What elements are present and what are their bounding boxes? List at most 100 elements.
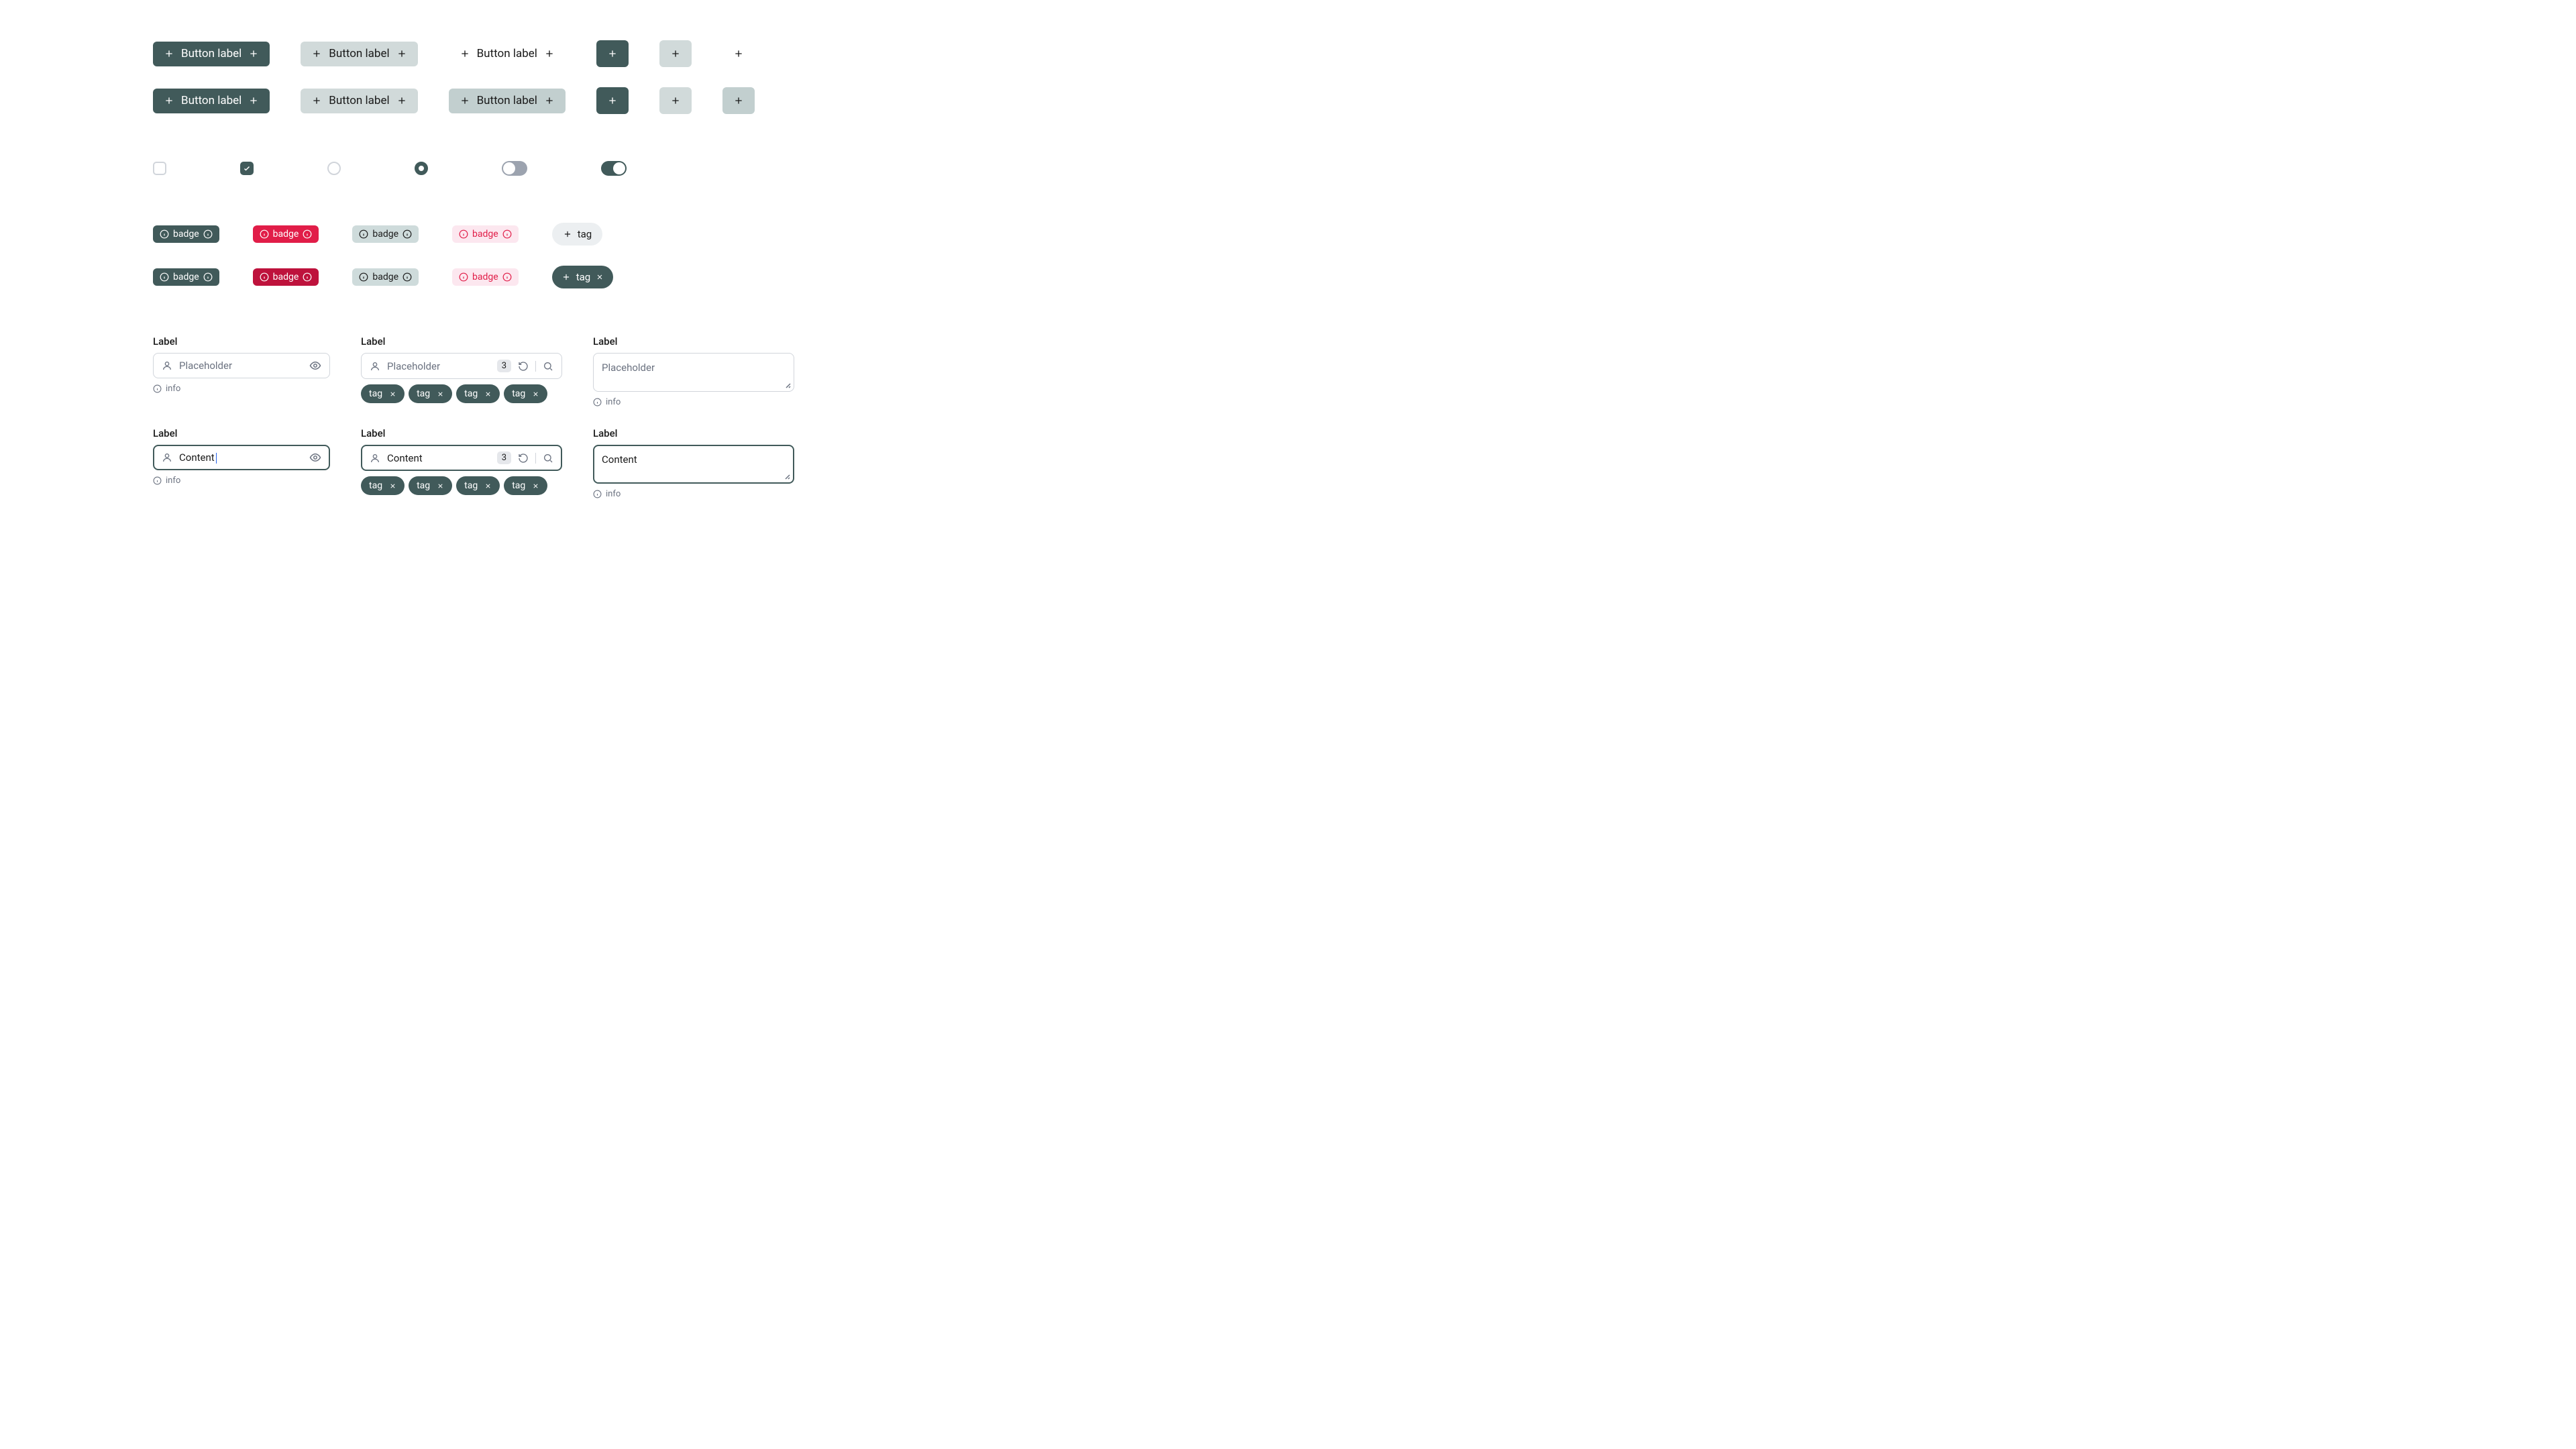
info-icon xyxy=(303,229,312,239)
textarea-input[interactable]: Content xyxy=(593,445,794,484)
ghost-icon-button[interactable] xyxy=(722,40,755,67)
badges-section: badge badge badge badge tag badge xyxy=(153,223,2423,288)
close-icon[interactable] xyxy=(596,273,604,281)
primary-icon-button[interactable] xyxy=(596,40,629,67)
caret xyxy=(216,453,217,464)
undo-icon[interactable] xyxy=(518,361,529,372)
badge-label: badge xyxy=(472,229,498,239)
textarea-value: Content xyxy=(602,453,637,466)
tag-chip[interactable]: tag xyxy=(361,476,405,495)
textarea-default: Label Placeholder info xyxy=(593,335,794,407)
helper-text: info xyxy=(153,476,330,486)
toggle-off[interactable] xyxy=(502,161,527,176)
search-icon[interactable] xyxy=(543,453,553,464)
ghost-button[interactable]: Button label xyxy=(449,42,566,66)
secondary-icon-button[interactable] xyxy=(659,87,692,114)
close-icon[interactable] xyxy=(389,390,396,398)
controls-section xyxy=(153,161,2423,176)
text-field-default: Label Placeholder info xyxy=(153,335,330,394)
radio-checked[interactable] xyxy=(415,162,428,175)
field-label: Label xyxy=(153,427,330,439)
search-input[interactable]: Content 3 xyxy=(361,445,562,471)
ghost-icon-button-hover[interactable] xyxy=(722,87,755,114)
close-icon[interactable] xyxy=(532,390,539,398)
tag-chip[interactable]: tag xyxy=(456,384,500,403)
search-input[interactable]: Placeholder 3 xyxy=(361,353,562,379)
info-icon xyxy=(160,272,169,282)
tag-dark[interactable]: tag xyxy=(552,266,614,288)
eye-icon[interactable] xyxy=(309,360,321,372)
info-icon xyxy=(593,398,602,407)
tag-label: tag xyxy=(578,228,592,240)
count-chip: 3 xyxy=(497,360,511,372)
tag-light[interactable]: tag xyxy=(552,223,603,246)
primary-button[interactable]: Button label xyxy=(153,42,270,66)
badges-row-1: badge badge badge badge tag xyxy=(153,223,2423,246)
tag-chip[interactable]: tag xyxy=(409,476,452,495)
tag-chip[interactable]: tag xyxy=(361,384,405,403)
plus-icon xyxy=(396,95,407,106)
info-icon xyxy=(153,384,162,393)
resize-handle-icon[interactable] xyxy=(783,380,791,388)
badge-red-light: badge xyxy=(452,268,519,286)
close-icon[interactable] xyxy=(437,390,444,398)
badge-label: badge xyxy=(173,272,199,282)
close-icon[interactable] xyxy=(484,390,492,398)
tags-row: tag tag tag tag xyxy=(361,384,562,403)
info-icon xyxy=(402,229,412,239)
textarea-focused: Label Content info xyxy=(593,427,794,499)
secondary-icon-button[interactable] xyxy=(659,40,692,67)
eye-icon[interactable] xyxy=(309,451,321,464)
close-icon[interactable] xyxy=(389,482,396,490)
close-icon[interactable] xyxy=(484,482,492,490)
divider xyxy=(535,361,536,372)
info-icon xyxy=(203,272,213,282)
plus-icon xyxy=(733,48,744,59)
info-icon xyxy=(502,229,512,239)
plus-icon xyxy=(607,48,618,59)
info-icon xyxy=(402,272,412,282)
textarea-input[interactable]: Placeholder xyxy=(593,353,794,392)
field-label: Label xyxy=(153,335,330,347)
info-text: info xyxy=(166,476,180,486)
toggle-on[interactable] xyxy=(601,161,627,176)
button-label: Button label xyxy=(181,48,241,60)
primary-button[interactable]: Button label xyxy=(153,89,270,113)
secondary-button[interactable]: Button label xyxy=(301,89,417,113)
badge-teal: badge xyxy=(153,268,219,286)
fields-row-1: Label Placeholder info Label Placeholder… xyxy=(153,335,2423,407)
badge-red-dark: badge xyxy=(253,268,319,286)
tag-chip[interactable]: tag xyxy=(504,384,547,403)
radio-unchecked[interactable] xyxy=(327,162,341,175)
secondary-button[interactable]: Button label xyxy=(301,42,417,66)
search-icon[interactable] xyxy=(543,361,553,372)
undo-icon[interactable] xyxy=(518,453,529,464)
plus-icon xyxy=(460,48,470,59)
badge-label: badge xyxy=(273,272,299,282)
text-input[interactable]: Placeholder xyxy=(153,353,330,378)
button-label: Button label xyxy=(329,48,389,60)
ghost-button-hover[interactable]: Button label xyxy=(449,89,566,113)
field-label: Label xyxy=(593,427,794,439)
button-label: Button label xyxy=(329,95,389,107)
close-icon[interactable] xyxy=(532,482,539,490)
primary-icon-button[interactable] xyxy=(596,87,629,114)
tag-chip[interactable]: tag xyxy=(409,384,452,403)
helper-text: info xyxy=(153,384,330,394)
plus-icon xyxy=(733,95,744,106)
checkbox-unchecked[interactable] xyxy=(153,162,166,175)
badge-teal-light: badge xyxy=(352,225,419,243)
placeholder-text: Placeholder xyxy=(179,360,303,372)
tag-chip[interactable]: tag xyxy=(456,476,500,495)
divider xyxy=(535,453,536,464)
plus-icon xyxy=(311,48,322,59)
close-icon[interactable] xyxy=(437,482,444,490)
info-icon xyxy=(459,272,468,282)
plus-icon xyxy=(248,48,259,59)
checkbox-checked[interactable] xyxy=(240,162,254,175)
text-input[interactable]: Content xyxy=(153,445,330,470)
resize-handle-icon[interactable] xyxy=(782,472,790,480)
tag-chip[interactable]: tag xyxy=(504,476,547,495)
fields-section: Label Placeholder info Label Placeholder… xyxy=(153,335,2423,499)
info-text: info xyxy=(606,489,621,499)
